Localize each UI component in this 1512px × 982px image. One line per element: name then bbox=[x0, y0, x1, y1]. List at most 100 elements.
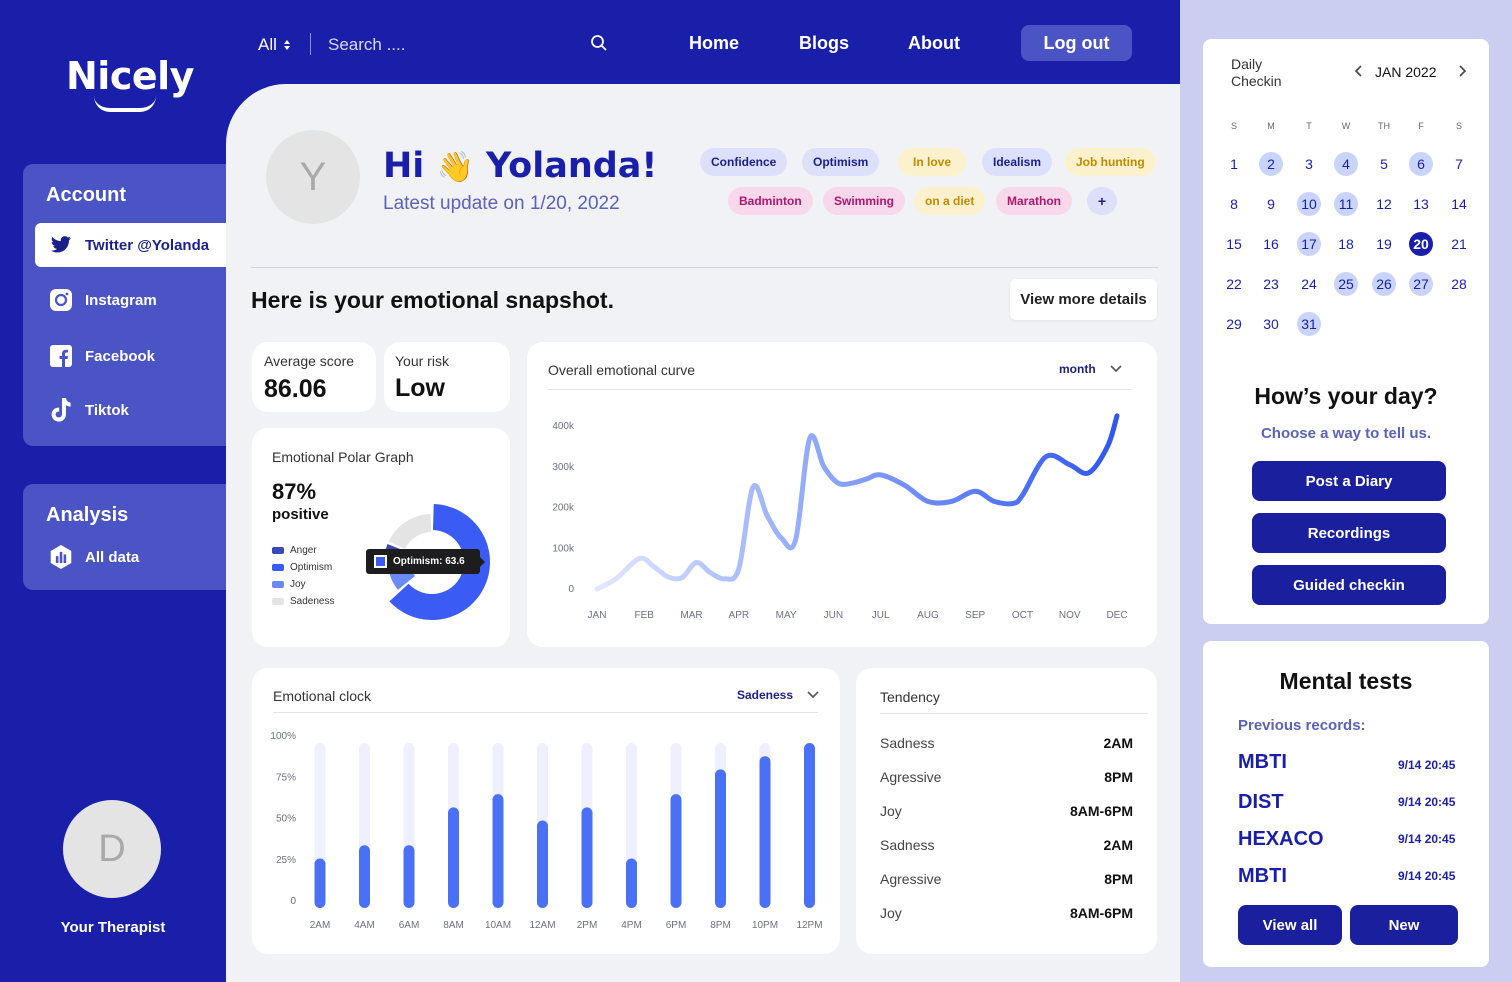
search-icon[interactable] bbox=[590, 34, 608, 52]
tests-title: Mental tests bbox=[1279, 668, 1413, 694]
calendar-day[interactable]: 21 bbox=[1447, 232, 1471, 256]
tendency-time: 8PM bbox=[1104, 769, 1133, 785]
sidebar-item-label: Twitter @Yolanda bbox=[85, 236, 210, 254]
tag-chip[interactable]: Job hunting bbox=[1065, 148, 1156, 176]
calendar-day[interactable]: 6 bbox=[1409, 152, 1433, 176]
y-tick-label: 200k bbox=[552, 503, 575, 514]
recordings-button[interactable]: Recordings bbox=[1252, 513, 1446, 553]
sidebar-item-all-data[interactable]: All data bbox=[35, 535, 226, 579]
calendar-day[interactable]: 22 bbox=[1222, 272, 1246, 296]
calendar-day[interactable]: 7 bbox=[1447, 152, 1471, 176]
nav-home[interactable]: Home bbox=[689, 33, 739, 54]
legend-item: Anger bbox=[272, 545, 317, 556]
calendar-day[interactable]: 5 bbox=[1372, 152, 1396, 176]
view-all-tests-button[interactable]: View all bbox=[1238, 905, 1342, 945]
search-filter-select[interactable]: All bbox=[258, 35, 291, 55]
test-record-name[interactable]: MBTI bbox=[1238, 751, 1287, 774]
guided-checkin-button[interactable]: Guided checkin bbox=[1252, 565, 1446, 605]
calendar-day[interactable]: 26 bbox=[1372, 272, 1396, 296]
calendar-day[interactable]: 12 bbox=[1372, 192, 1396, 216]
test-record-name[interactable]: HEXACO bbox=[1238, 828, 1324, 851]
calendar-day-today[interactable]: 20 bbox=[1409, 232, 1433, 256]
calendar-day[interactable]: 27 bbox=[1409, 272, 1433, 296]
bar bbox=[537, 820, 548, 908]
calendar-prev-icon[interactable] bbox=[1354, 64, 1363, 80]
calendar-day[interactable]: 30 bbox=[1259, 312, 1283, 336]
tag-chip[interactable]: on a diet bbox=[914, 187, 986, 215]
hexagon-chart-icon bbox=[49, 545, 73, 569]
new-test-button[interactable]: New bbox=[1350, 905, 1458, 945]
x-tick-label: 6PM bbox=[666, 920, 687, 931]
tag-chip[interactable]: Swimming bbox=[823, 187, 906, 215]
bar bbox=[715, 769, 726, 908]
therapist-avatar[interactable]: D bbox=[63, 800, 161, 898]
add-tag-button[interactable]: + bbox=[1087, 187, 1117, 215]
tag-chip[interactable]: Marathon bbox=[996, 187, 1072, 215]
risk-value: Low bbox=[395, 374, 445, 402]
calendar-day[interactable]: 18 bbox=[1334, 232, 1358, 256]
calendar-day[interactable]: 9 bbox=[1259, 192, 1283, 216]
x-tick-label: MAY bbox=[776, 610, 797, 621]
therapist-label: Your Therapist bbox=[60, 919, 166, 936]
tag-chip[interactable]: Optimism bbox=[802, 148, 880, 176]
user-avatar[interactable]: Y bbox=[266, 130, 360, 224]
polar-percent-label: positive bbox=[272, 506, 329, 523]
calendar-day[interactable]: 14 bbox=[1447, 192, 1471, 216]
calendar-day[interactable]: 1 bbox=[1222, 152, 1246, 176]
greeting-prefix: Hi bbox=[383, 146, 425, 186]
account-panel: Account Twitter @Yolanda Instagram Faceb… bbox=[23, 164, 226, 446]
bar bbox=[759, 756, 771, 908]
calendar-day[interactable]: 17 bbox=[1297, 232, 1321, 256]
x-tick-label: MAR bbox=[680, 610, 702, 621]
calendar-day[interactable]: 8 bbox=[1222, 192, 1246, 216]
logout-button[interactable]: Log out bbox=[1021, 25, 1132, 61]
y-tick-label: 0 bbox=[290, 896, 296, 907]
sidebar-item-facebook[interactable]: Facebook bbox=[35, 334, 226, 378]
tag-chip[interactable]: Badminton bbox=[728, 187, 813, 215]
calendar-next-icon[interactable] bbox=[1458, 64, 1467, 80]
sidebar-item-twitter[interactable]: Twitter @Yolanda bbox=[35, 223, 226, 267]
legend-swatch bbox=[272, 598, 284, 605]
calendar-day[interactable]: 3 bbox=[1297, 152, 1321, 176]
test-record-name[interactable]: DIST bbox=[1238, 791, 1284, 814]
post-diary-button[interactable]: Post a Diary bbox=[1252, 461, 1446, 501]
tag-chip[interactable]: In love bbox=[898, 148, 967, 176]
brand-logo[interactable]: Nicely bbox=[66, 54, 196, 118]
tag-chip[interactable]: Confidence bbox=[700, 148, 788, 176]
calendar-day[interactable]: 15 bbox=[1222, 232, 1246, 256]
calendar-day[interactable]: 2 bbox=[1259, 152, 1283, 176]
analysis-title: Analysis bbox=[46, 504, 129, 526]
calendar-day[interactable]: 23 bbox=[1259, 272, 1283, 296]
calendar-day[interactable]: 29 bbox=[1222, 312, 1246, 336]
tendency-time: 8AM-6PM bbox=[1069, 905, 1133, 921]
polar-percent: 87% bbox=[272, 479, 317, 504]
wave-emoji: 👋 bbox=[436, 150, 474, 185]
emotional-clock-chart: 0 25% 50% 75% 100% 2AM 4AM 6AM 8AM 10AM 12AM 2PM 4PM… bbox=[270, 731, 822, 931]
sidebar-item-instagram[interactable]: Instagram bbox=[35, 278, 226, 322]
x-tick-label: NOV bbox=[1059, 610, 1081, 621]
facebook-icon bbox=[49, 344, 73, 368]
calendar-weekday: S bbox=[1455, 121, 1462, 131]
view-more-details-button[interactable]: View more details bbox=[1010, 279, 1157, 320]
calendar-day[interactable]: 25 bbox=[1334, 272, 1358, 296]
y-tick-label: 25% bbox=[276, 855, 296, 866]
calendar-day[interactable]: 10 bbox=[1297, 192, 1321, 216]
test-record-name[interactable]: MBTI bbox=[1238, 865, 1287, 888]
x-tick-label: SEP bbox=[965, 610, 985, 621]
calendar-day[interactable]: 31 bbox=[1297, 312, 1321, 336]
calendar-day[interactable]: 4 bbox=[1334, 152, 1358, 176]
nav-blogs[interactable]: Blogs bbox=[799, 33, 849, 54]
calendar-day[interactable]: 28 bbox=[1447, 272, 1471, 296]
search-input[interactable] bbox=[328, 32, 578, 58]
calendar-day[interactable]: 11 bbox=[1334, 192, 1358, 216]
instagram-icon bbox=[49, 288, 73, 312]
calendar-day[interactable]: 16 bbox=[1259, 232, 1283, 256]
sidebar-item-tiktok[interactable]: Tiktok bbox=[35, 388, 226, 432]
calendar-day[interactable]: 19 bbox=[1372, 232, 1396, 256]
bar bbox=[448, 807, 459, 908]
nav-about[interactable]: About bbox=[908, 33, 960, 54]
calendar-day[interactable]: 24 bbox=[1297, 272, 1321, 296]
polar-title: Emotional Polar Graph bbox=[272, 449, 414, 465]
tag-chip[interactable]: Idealism bbox=[982, 148, 1053, 176]
calendar-day[interactable]: 13 bbox=[1409, 192, 1433, 216]
